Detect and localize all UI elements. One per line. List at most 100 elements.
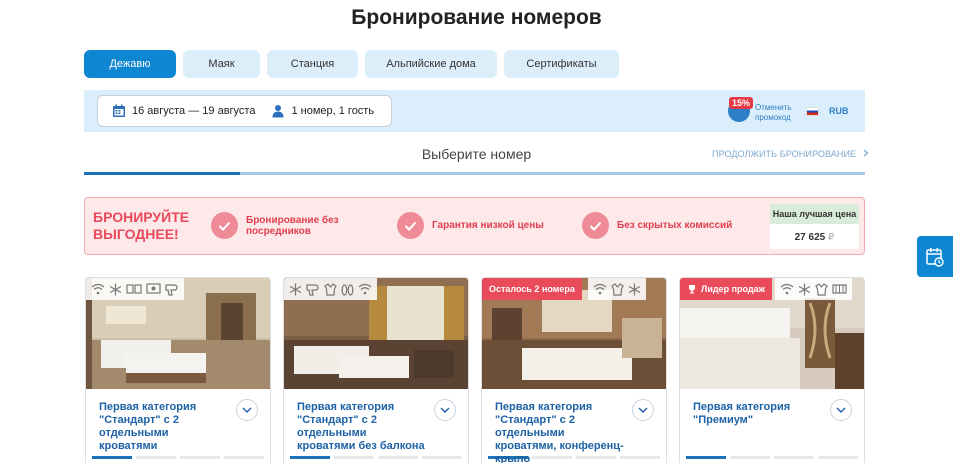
- guests-summary: 1 номер, 1 гость: [291, 105, 375, 117]
- slider-dot[interactable]: [686, 456, 726, 459]
- snowflake-icon: [628, 283, 641, 295]
- promo-badge: 15%: [729, 97, 754, 109]
- chevron-right-icon: [863, 149, 869, 159]
- expand-room-button[interactable]: [236, 399, 258, 421]
- wifi-icon: [91, 283, 105, 295]
- benefit-text-3: Без скрытых комиссий: [617, 220, 733, 231]
- calendar-icon: [112, 104, 126, 118]
- availability-badge: Осталось 2 номера: [482, 278, 582, 300]
- page-title: Бронирование номеров: [351, 6, 602, 29]
- snowflake-icon: [798, 283, 811, 295]
- room-name-1[interactable]: Первая категория "Стандарт" с 2 отдельны…: [99, 401, 229, 453]
- best-price-box: Наша лучшая цена 27 625 ₽: [770, 204, 859, 249]
- room-name-4[interactable]: Первая категория "Премиум": [693, 401, 823, 427]
- room-amenities-3: [588, 278, 646, 300]
- benefit-low-price: Гарантия низкой цены: [397, 212, 544, 239]
- room-card-3[interactable]: Осталось 2 номера Первая категория "Стан…: [481, 277, 667, 463]
- search-bar: 16 августа — 19 августа 1 номер, 1 гость…: [84, 90, 865, 132]
- booking-progress-fill: [84, 172, 241, 175]
- room-name-3[interactable]: Первая категория "Стандарт" с 2 отдельны…: [495, 401, 625, 463]
- calendar-side-button[interactable]: [917, 236, 953, 277]
- room-card-4[interactable]: Лидер продаж Первая категория "Премиум": [679, 277, 865, 463]
- check-icon: [211, 212, 238, 239]
- benefit-1-line2: посредников: [246, 225, 311, 237]
- benefit-no-intermediaries: Бронирование без посредников: [211, 212, 339, 239]
- check-icon: [397, 212, 424, 239]
- slider-dot[interactable]: [180, 456, 220, 459]
- booking-progress-bar: [84, 172, 865, 175]
- room-amenities-4: [775, 278, 852, 300]
- date-range: 16 августа — 19 августа: [132, 105, 256, 117]
- bestseller-label: Лидер продаж: [701, 284, 765, 294]
- wifi-icon: [780, 283, 794, 295]
- radiator-icon: [832, 284, 847, 294]
- chevron-down-icon: [836, 407, 846, 413]
- slider-dot[interactable]: [818, 456, 858, 459]
- cancel-promo-line2: промокод: [755, 113, 791, 122]
- slippers-icon: [341, 283, 354, 296]
- slider-dot[interactable]: [730, 456, 770, 459]
- tab-mayak[interactable]: Маяк: [183, 50, 260, 78]
- continue-booking-label: ПРОДОЛЖИТЬ БРОНИРОВАНИЕ: [712, 149, 857, 159]
- cancel-promo-label: Отменить промокод: [755, 103, 792, 123]
- tab-alpine-houses[interactable]: Альпийские дома: [365, 50, 497, 78]
- slider-dot[interactable]: [774, 456, 814, 459]
- tab-dezhavyu[interactable]: Дежавю: [84, 50, 176, 78]
- bathrobe-icon: [324, 282, 337, 296]
- benefit-text-2: Гарантия низкой цены: [432, 220, 544, 231]
- tv-icon: [146, 283, 161, 294]
- benefits-headline-line2: ВЫГОДНЕЕ!: [93, 226, 179, 242]
- calendar-clock-icon: [926, 247, 944, 267]
- bathrobe-icon: [611, 282, 624, 296]
- best-price-label: Наша лучшая цена: [770, 204, 859, 224]
- room-name-2[interactable]: Первая категория "Стандарт" с 2 отдельны…: [297, 401, 427, 453]
- check-icon: [582, 212, 609, 239]
- photo-slider-dots[interactable]: [686, 456, 858, 459]
- slider-dot[interactable]: [290, 456, 330, 459]
- wifi-icon: [593, 283, 607, 295]
- currency-selector[interactable]: RUB: [806, 106, 849, 116]
- slider-dot[interactable]: [224, 456, 264, 459]
- promo-code-button[interactable]: 15% Отменить промокод: [728, 96, 798, 126]
- photo-slider-dots[interactable]: [290, 456, 462, 459]
- user-icon: [271, 104, 285, 118]
- photo-slider-dots[interactable]: [92, 456, 264, 459]
- room-card-2[interactable]: Первая категория "Стандарт" с 2 отдельны…: [283, 277, 469, 463]
- room-amenities-2: [284, 278, 377, 300]
- bathrobe-icon: [815, 282, 828, 296]
- slider-dot[interactable]: [334, 456, 374, 459]
- continue-booking-link[interactable]: ПРОДОЛЖИТЬ БРОНИРОВАНИЕ: [712, 149, 869, 159]
- slider-dot[interactable]: [620, 456, 660, 459]
- cancel-promo-line1: Отменить: [755, 103, 792, 112]
- benefit-1-line1: Бронирование без: [246, 214, 339, 226]
- best-price-amount: 27 625: [794, 232, 826, 243]
- chevron-down-icon: [440, 407, 450, 413]
- expand-room-button[interactable]: [830, 399, 852, 421]
- expand-room-button[interactable]: [632, 399, 654, 421]
- chevron-down-icon: [638, 407, 648, 413]
- best-price-currency: ₽: [828, 232, 835, 243]
- expand-room-button[interactable]: [434, 399, 456, 421]
- booking-page: Бронирование номеров Дежавю Маяк Станция…: [0, 0, 953, 463]
- hairdryer-icon: [165, 283, 178, 296]
- slider-dot[interactable]: [92, 456, 132, 459]
- search-summary[interactable]: 16 августа — 19 августа 1 номер, 1 гость: [97, 95, 392, 127]
- benefits-headline: БРОНИРУЙТЕ ВЫГОДНЕЕ!: [93, 209, 189, 243]
- room-card-1[interactable]: Первая категория "Стандарт" с 2 отдельны…: [85, 277, 271, 463]
- wifi-icon: [358, 283, 372, 295]
- tab-stantsiya[interactable]: Станция: [267, 50, 358, 78]
- tab-certificates[interactable]: Сертификаты: [504, 50, 619, 78]
- room-amenities-1: [86, 278, 184, 300]
- best-price-value: 27 625 ₽: [770, 232, 859, 243]
- trophy-icon: [689, 285, 695, 294]
- benefits-banner: БРОНИРУЙТЕ ВЫГОДНЕЕ! Бронирование без по…: [84, 197, 865, 255]
- currency-label: RUB: [829, 106, 849, 116]
- chevron-down-icon: [242, 407, 252, 413]
- benefit-no-fees: Без скрытых комиссий: [582, 212, 732, 239]
- slider-dot[interactable]: [136, 456, 176, 459]
- slider-dot[interactable]: [422, 456, 462, 459]
- slider-dot[interactable]: [378, 456, 418, 459]
- benefit-text-1: Бронирование без посредников: [246, 215, 339, 237]
- hairdryer-icon: [306, 283, 319, 296]
- bestseller-badge: Лидер продаж: [680, 278, 772, 300]
